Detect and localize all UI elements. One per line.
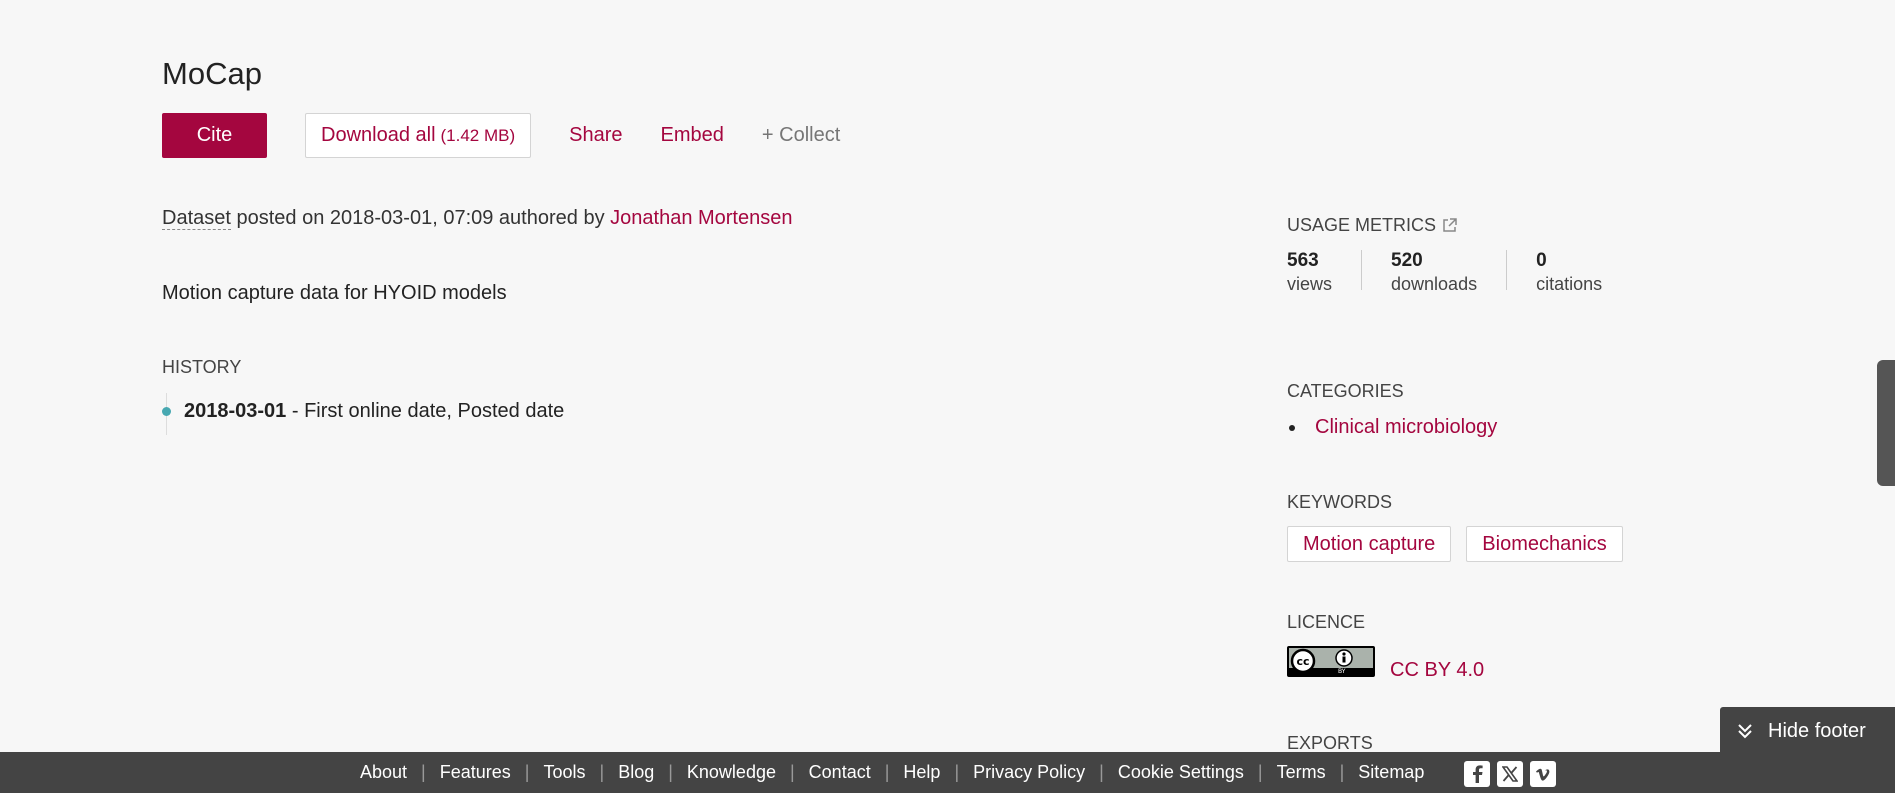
posted-text: posted on 2018-03-01, 07:09 authored by: [236, 207, 605, 229]
footer-link-sitemap[interactable]: Sitemap: [1358, 762, 1424, 783]
keyword-tag[interactable]: Biomechanics: [1466, 526, 1623, 562]
usage-metrics-heading: USAGE METRICS: [1287, 215, 1457, 236]
page-title: MoCap: [162, 56, 262, 91]
footer-separator: |: [1099, 762, 1104, 782]
hide-footer-button[interactable]: Hide footer: [1720, 707, 1895, 755]
svg-text:cc: cc: [1296, 655, 1309, 668]
footer-link-knowledge[interactable]: Knowledge: [687, 762, 776, 783]
collect-link[interactable]: + Collect: [762, 124, 840, 147]
usage-metrics: 563 views 520 downloads 0 citations: [1287, 250, 1602, 295]
history-text: - First online date, Posted date: [286, 400, 565, 422]
metric-downloads: 520 downloads: [1391, 250, 1477, 295]
embed-link[interactable]: Embed: [661, 124, 724, 147]
footer-separator: |: [789, 762, 795, 782]
download-all-label: Download all: [321, 124, 436, 146]
facebook-icon[interactable]: [1464, 761, 1490, 787]
footer-links: About | Features | Tools | Blog | Knowle…: [360, 752, 1424, 793]
footer-link-terms[interactable]: Terms: [1277, 762, 1326, 783]
footer-link-tools[interactable]: Tools: [543, 762, 585, 783]
metric-divider: [1361, 250, 1363, 290]
side-tab[interactable]: [1877, 360, 1895, 486]
posted-info: Dataset posted on 2018-03-01, 07:09 auth…: [162, 207, 792, 230]
download-size: (1.42 MB): [440, 125, 516, 145]
footer-link-help[interactable]: Help: [903, 762, 940, 783]
category-item: Clinical microbiology: [1287, 416, 1497, 439]
footer-link-contact[interactable]: Contact: [809, 762, 871, 783]
footer-separator: |: [421, 762, 426, 782]
cite-button[interactable]: Cite: [162, 113, 267, 158]
hide-footer-label: Hide footer: [1768, 719, 1866, 742]
footer-link-features[interactable]: Features: [440, 762, 511, 783]
categories-heading: CATEGORIES: [1287, 381, 1404, 401]
action-bar: Cite Download all (1.42 MB) Share Embed …: [162, 113, 840, 158]
keywords-list: Motion capture Biomechanics: [1287, 526, 1638, 562]
footer-separator: |: [1257, 762, 1263, 782]
download-all-button[interactable]: Download all (1.42 MB): [305, 113, 532, 158]
keyword-tag[interactable]: Motion capture: [1287, 526, 1452, 562]
footer: About | Features | Tools | Blog | Knowle…: [0, 752, 1895, 793]
history-entry: 2018-03-01 - First online date, Posted d…: [184, 400, 564, 423]
vimeo-icon[interactable]: [1530, 761, 1556, 787]
footer-separator: |: [954, 762, 960, 782]
double-chevron-down-icon: [1736, 722, 1754, 740]
metric-divider: [1506, 250, 1508, 290]
author-link[interactable]: Jonathan Mortensen: [610, 207, 792, 229]
footer-separator: |: [668, 762, 673, 782]
keywords-heading: KEYWORDS: [1287, 492, 1393, 512]
footer-separator: |: [599, 762, 605, 782]
badge-text: BY: [1338, 668, 1346, 675]
licence-link[interactable]: CC BY 4.0: [1390, 659, 1484, 682]
metric-views: 563 views: [1287, 250, 1332, 295]
footer-link-about[interactable]: About: [360, 762, 407, 783]
footer-link-cookie-settings[interactable]: Cookie Settings: [1118, 762, 1244, 783]
views-count: 563: [1287, 250, 1319, 271]
downloads-count: 520: [1391, 250, 1423, 271]
metric-citations: 0 citations: [1536, 250, 1602, 295]
category-link[interactable]: Clinical microbiology: [1315, 416, 1497, 439]
history-dot-icon: [162, 407, 171, 416]
x-icon[interactable]: [1497, 761, 1523, 787]
footer-link-blog[interactable]: Blog: [618, 762, 654, 783]
description: Motion capture data for HYOID models: [162, 282, 507, 304]
downloads-label: downloads: [1391, 274, 1478, 294]
social-links: [1464, 761, 1563, 787]
footer-separator: |: [524, 762, 530, 782]
history-date: 2018-03-01: [184, 400, 287, 422]
footer-separator: |: [1339, 762, 1345, 782]
history-heading: HISTORY: [162, 357, 242, 377]
citations-label: citations: [1536, 274, 1603, 294]
citations-count: 0: [1536, 250, 1547, 271]
external-link-icon[interactable]: [1442, 218, 1457, 233]
cc-by-badge-icon[interactable]: cc BY: [1287, 646, 1375, 677]
exports-heading: EXPORTS: [1287, 733, 1373, 753]
footer-link-privacy-policy[interactable]: Privacy Policy: [973, 762, 1085, 783]
usage-metrics-label: USAGE METRICS: [1287, 215, 1437, 235]
share-link[interactable]: Share: [569, 124, 622, 147]
bullet-icon: [1289, 424, 1295, 431]
licence-heading: LICENCE: [1287, 612, 1366, 632]
views-label: views: [1287, 274, 1333, 294]
footer-separator: |: [884, 762, 890, 782]
item-type[interactable]: Dataset: [162, 207, 231, 230]
